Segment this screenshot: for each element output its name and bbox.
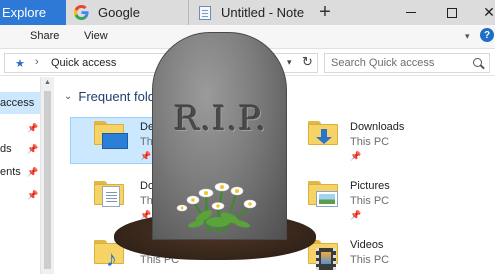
notepad-icon (199, 5, 211, 20)
folder-name[interactable]: Pictures (350, 180, 390, 192)
folder-name[interactable]: Videos (350, 239, 383, 251)
pin-icon: 📌 (27, 190, 39, 200)
tab-notepad[interactable]: Untitled - Note (188, 0, 310, 25)
help-icon[interactable]: ? (480, 28, 494, 42)
picture-frame-icon (316, 191, 338, 207)
folder-location: This PC (350, 254, 390, 266)
quick-access-star-icon: ★ (15, 58, 25, 70)
pictures-folder-icon[interactable] (308, 181, 338, 207)
pin-icon: 📌 (27, 123, 39, 133)
desktop-screen-icon (102, 133, 128, 149)
ribbon-view-tab[interactable]: View (84, 30, 108, 42)
minimize-button[interactable] (396, 0, 426, 25)
download-arrow-icon (316, 129, 332, 144)
search-icon (473, 58, 482, 67)
tab-bar: Explore Google Untitled - Note + ✕ (0, 0, 495, 25)
refresh-icon[interactable]: ↻ (302, 54, 313, 70)
nav-item-documents[interactable]: ents (0, 166, 21, 178)
nav-item-quick-access[interactable]: access (0, 97, 34, 109)
maximize-button[interactable] (437, 0, 467, 25)
pin-icon: 📌 (27, 144, 39, 154)
search-input[interactable]: Search Quick access (324, 53, 490, 73)
folder-location: This PC (350, 136, 390, 148)
tab-notepad-label: Untitled - Note (221, 5, 305, 20)
film-strip-icon (316, 248, 336, 270)
tab-explorer-label: Explore (2, 5, 47, 20)
folder-location: This PC (350, 195, 390, 207)
chevron-down-icon: ⌄ (64, 91, 73, 102)
documents-folder-icon[interactable] (94, 181, 124, 207)
address-dropdown-icon[interactable]: ▾ (287, 57, 292, 68)
breadcrumb-quick-access[interactable]: Quick access (51, 57, 116, 69)
breadcrumb-chevron-icon[interactable]: › (35, 56, 39, 68)
scroll-up-icon[interactable]: ▲ (44, 79, 51, 86)
tab-google-label: Google (98, 5, 140, 20)
nav-item-downloads[interactable]: ds (0, 143, 12, 155)
nav-scrollbar[interactable]: ▲ (40, 77, 54, 274)
pin-icon: 📌 (27, 167, 39, 177)
pin-icon: 📌 (140, 151, 152, 161)
close-icon: ✕ (483, 4, 495, 20)
document-sheet-icon (102, 186, 120, 207)
maximize-icon (447, 7, 457, 18)
downloads-folder-icon[interactable] (308, 121, 338, 145)
new-tab-button[interactable]: + (312, 0, 338, 25)
music-note-icon: ♪ (106, 246, 117, 271)
tab-google[interactable]: Google (66, 0, 186, 25)
nav-scroll-thumb[interactable] (44, 91, 51, 269)
search-placeholder: Search Quick access (331, 57, 435, 69)
pin-icon: 📌 (350, 151, 362, 161)
tab-explorer[interactable]: Explore (0, 0, 66, 25)
pin-icon: 📌 (350, 210, 362, 220)
ribbon-share-tab[interactable]: Share (30, 30, 59, 42)
navigation-pane: access 📌 ds 📌 ents 📌 📌 ▲ (0, 77, 54, 274)
minimize-icon (406, 12, 416, 13)
flowers-image (176, 182, 257, 233)
ribbon-expand-icon[interactable]: ▾ (465, 31, 470, 42)
close-button[interactable]: ✕ (474, 0, 495, 25)
tombstone-inscription: R.I.P. (173, 99, 268, 139)
google-icon (74, 5, 89, 20)
folder-name[interactable]: Downloads (350, 121, 404, 133)
desktop-folder-icon (94, 121, 128, 149)
